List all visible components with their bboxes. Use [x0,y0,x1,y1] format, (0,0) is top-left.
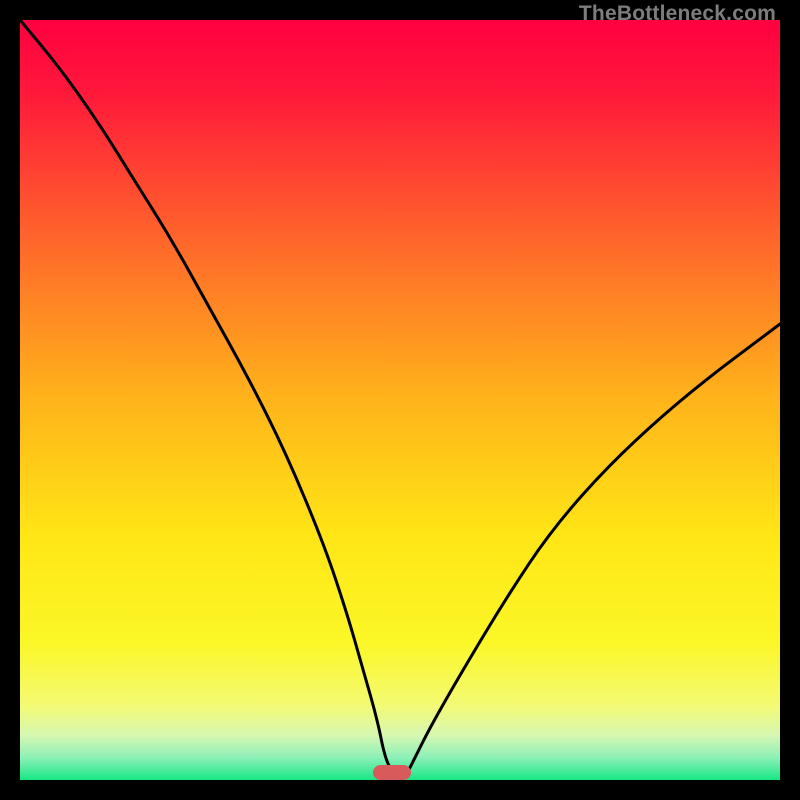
chart-frame: TheBottleneck.com [0,0,800,800]
optimal-marker [373,765,411,780]
plot-area [20,20,780,780]
background-gradient [20,20,780,780]
watermark-text: TheBottleneck.com [579,2,776,26]
